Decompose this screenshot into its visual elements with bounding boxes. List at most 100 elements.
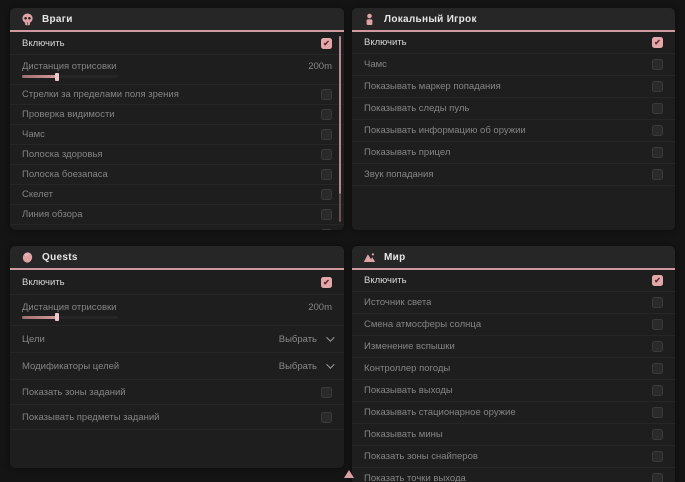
setting-row: Показывать предметы заданий <box>10 405 344 430</box>
checkbox[interactable] <box>321 149 332 160</box>
setting-row: Включить ✔ <box>10 270 344 295</box>
setting-label: Показывать следы пуль <box>364 103 469 114</box>
checkbox[interactable] <box>321 412 332 423</box>
checkbox[interactable] <box>321 189 332 200</box>
setting-label: Показывать выходы <box>364 385 453 396</box>
setting-label: Показывать маркер попадания <box>364 81 501 92</box>
panel-title: Мир <box>384 252 406 263</box>
panel-title: Враги <box>42 14 73 25</box>
checkbox[interactable] <box>652 363 663 374</box>
setting-row: Контроллер погоды <box>352 358 675 380</box>
checkbox[interactable]: ✔ <box>652 37 663 48</box>
setting-row: Смена атмосферы солнца <box>352 314 675 336</box>
checkbox[interactable] <box>652 429 663 440</box>
setting-label: Показывать информацию об оружии <box>364 125 526 136</box>
setting-row: Дистанция отрисовки200m <box>10 295 344 326</box>
setting-row: Скелет <box>10 185 344 205</box>
slider-fill <box>22 75 58 78</box>
setting-row: Стрелки за пределами поля зрения <box>10 85 344 105</box>
setting-label: Показать зоны заданий <box>22 387 126 398</box>
setting-row: Модификаторы целей Выбрать <box>10 353 344 380</box>
setting-label: Показать точки выхода <box>364 473 466 482</box>
checkbox[interactable] <box>652 451 663 462</box>
setting-label: Показывать следы пуль <box>22 229 127 230</box>
checkbox[interactable] <box>321 89 332 100</box>
setting-row: Проверка видимости <box>10 105 344 125</box>
setting-label: Дистанция отрисовки <box>22 61 116 72</box>
dropdown-value: Выбрать <box>279 334 317 345</box>
dropdown[interactable]: Выбрать <box>279 361 332 372</box>
setting-label: Включить <box>22 38 65 49</box>
checkbox[interactable] <box>652 103 663 114</box>
slider-value: 200m <box>308 61 332 72</box>
setting-row: Показывать мины <box>352 424 675 446</box>
setting-row: Показывать выходы <box>352 380 675 402</box>
chevron-down-icon <box>326 360 334 368</box>
slider-handle[interactable] <box>55 313 59 321</box>
checkbox[interactable] <box>652 407 663 418</box>
setting-row: ЦелиВыбрать <box>10 326 344 353</box>
panel-world-header: Мир <box>352 246 675 270</box>
setting-row: Полоска боезапаса <box>10 165 344 185</box>
setting-row: Показывать прицел <box>352 142 675 164</box>
setting-row: Источник света <box>352 292 675 314</box>
setting-row: Включить ✔ <box>352 32 675 54</box>
setting-label: Чамс <box>364 59 387 70</box>
panel-local-player: Локальный Игрок Включить ✔ Чамс Показывать … <box>352 8 675 230</box>
setting-row: Показывать стационарное оружие <box>352 402 675 424</box>
setting-label: Включить <box>364 37 407 48</box>
setting-label: Изменение вспышки <box>364 341 455 352</box>
mountain-icon <box>363 251 376 264</box>
checkbox[interactable] <box>321 387 332 398</box>
checkbox[interactable]: ✔ <box>321 38 332 49</box>
checkbox[interactable] <box>321 169 332 180</box>
setting-row: Показывать следы пуль <box>10 225 344 230</box>
checkbox[interactable]: ✔ <box>652 275 663 286</box>
scrollbar-thumb[interactable] <box>339 36 341 194</box>
slider-handle[interactable] <box>55 73 59 81</box>
setting-label: Звук попадания <box>364 169 434 180</box>
setting-row: Показать точки выхода <box>352 468 675 482</box>
checkbox[interactable] <box>652 385 663 396</box>
checkbox[interactable]: ✔ <box>321 277 332 288</box>
setting-label: Скелет <box>22 189 53 200</box>
checkbox[interactable] <box>652 125 663 136</box>
slider-value: 200m <box>308 302 332 313</box>
render-distance-slider[interactable] <box>22 316 118 319</box>
dropdown[interactable]: Выбрать <box>279 334 332 345</box>
setting-row: Включить ✔ <box>352 270 675 292</box>
setting-label: Включить <box>364 275 407 286</box>
checkbox[interactable] <box>652 59 663 70</box>
render-distance-slider[interactable] <box>22 75 118 78</box>
setting-label: Включить <box>22 277 65 288</box>
setting-label: Показывать мины <box>364 429 443 440</box>
panel-enemies-header: Враги <box>10 8 344 32</box>
checkbox[interactable] <box>321 129 332 140</box>
setting-label: Линия обзора <box>22 209 83 220</box>
panel-local-player-header: Локальный Игрок <box>352 8 675 32</box>
checkbox[interactable] <box>652 169 663 180</box>
setting-row: Полоска здоровья <box>10 145 344 165</box>
checkbox[interactable] <box>321 229 332 230</box>
checkbox[interactable] <box>652 341 663 352</box>
checkbox[interactable] <box>321 109 332 120</box>
checkbox[interactable] <box>652 297 663 308</box>
setting-row: Изменение вспышки <box>352 336 675 358</box>
setting-row: Включить ✔ <box>10 32 344 55</box>
setting-label: Показывать предметы заданий <box>22 412 159 423</box>
scrollbar-track[interactable] <box>339 194 341 222</box>
checkbox[interactable] <box>652 319 663 330</box>
setting-row: Показать зоны заданий <box>10 380 344 405</box>
setting-label: Модификаторы целей <box>22 361 119 372</box>
setting-label: Контроллер погоды <box>364 363 450 374</box>
setting-row: Показать зоны снайперов <box>352 446 675 468</box>
checkbox[interactable] <box>321 209 332 220</box>
checkbox[interactable] <box>652 473 663 482</box>
dropdown-value: Выбрать <box>279 361 317 372</box>
setting-label: Чамс <box>22 129 45 140</box>
checkbox[interactable] <box>652 147 663 158</box>
checkbox[interactable] <box>652 81 663 92</box>
setting-label: Стрелки за пределами поля зрения <box>22 89 179 100</box>
setting-row: Чамс <box>10 125 344 145</box>
setting-row: Звук попадания <box>352 164 675 186</box>
